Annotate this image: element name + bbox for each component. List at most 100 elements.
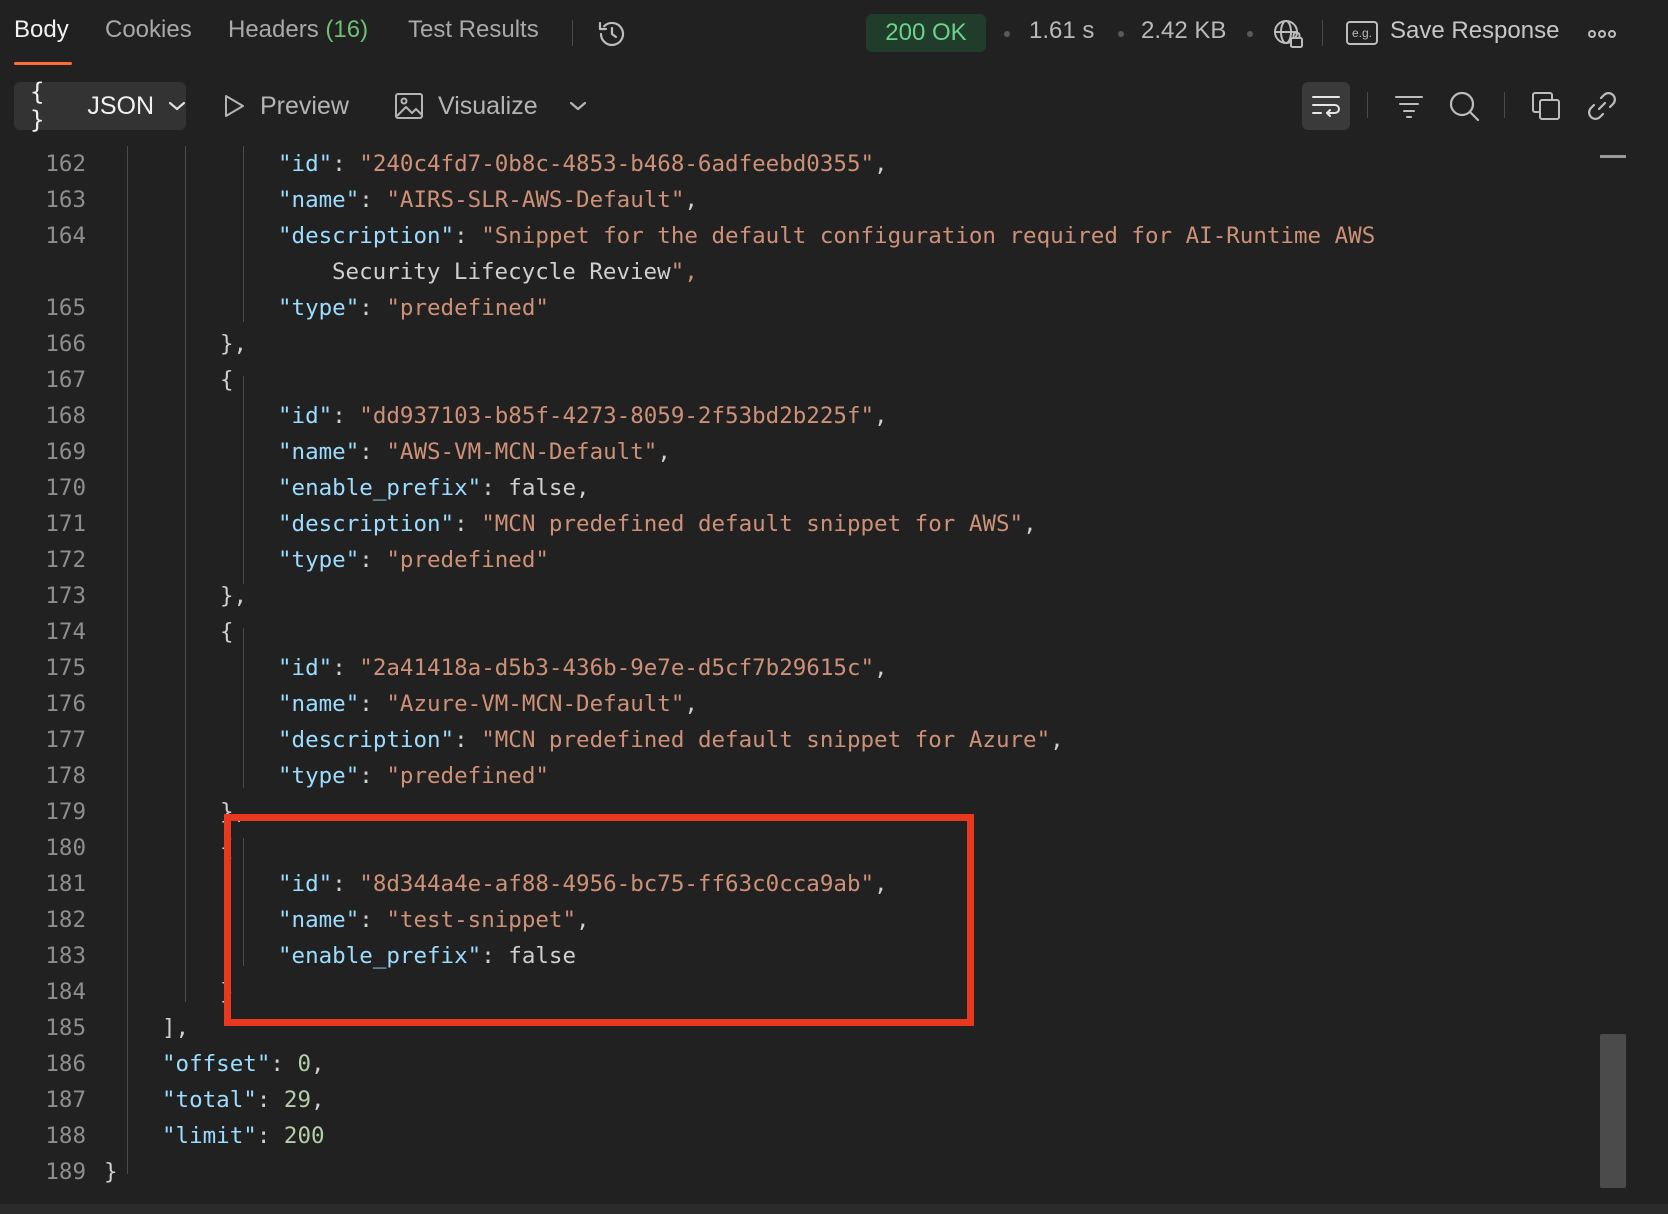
code-text: "description": "MCN predefined default s…: [278, 511, 1037, 537]
line-number: 172: [45, 547, 86, 573]
scroll-thumb[interactable]: [1600, 1034, 1626, 1188]
code-line: 173},: [0, 578, 1596, 614]
code-text: },: [220, 583, 248, 609]
divider: [572, 20, 573, 46]
tab-body[interactable]: Body: [14, 16, 69, 44]
save-response-icon: e.g.: [1346, 21, 1378, 45]
code-text: ],: [162, 1015, 190, 1041]
save-response-button[interactable]: Save Response: [1390, 17, 1559, 45]
separator-dot: [1247, 31, 1253, 37]
code-text: "limit": 200: [162, 1123, 325, 1149]
line-number: 188: [45, 1123, 86, 1149]
code-line: 172 "type": "predefined": [0, 542, 1596, 578]
preview-button[interactable]: Preview: [222, 88, 349, 124]
response-tab-bar: Body Cookies Headers (16) Test Results 2…: [0, 0, 1668, 68]
code-text: },: [220, 331, 248, 357]
headers-count: (16): [325, 16, 369, 43]
line-number: 169: [45, 439, 86, 465]
image-icon: [395, 93, 423, 119]
wrap-lines-icon: [1312, 96, 1340, 117]
copy-icon[interactable]: [1528, 88, 1564, 124]
tab-headers-label: Headers: [228, 16, 319, 43]
code-line: 166},: [0, 326, 1596, 362]
code-text: "total": 29,: [162, 1087, 325, 1113]
globe-lock-icon[interactable]: [1270, 16, 1306, 52]
code-line: 163 "name": "AIRS-SLR-AWS-Default",: [0, 182, 1596, 218]
line-number: 171: [45, 511, 86, 537]
response-size[interactable]: 2.42 KB: [1141, 17, 1226, 45]
code-text: Security Lifecycle Review",: [332, 259, 698, 285]
line-number: 186: [45, 1051, 86, 1077]
code-line: 171 "description": "MCN predefined defaul…: [0, 506, 1596, 542]
code-line: 168 "id": "dd937103-b85f-4273-8059-2f53bd…: [0, 398, 1596, 434]
tab-cookies[interactable]: Cookies: [105, 16, 192, 44]
code-text: "id": "dd937103-b85f-4273-8059-2f53bd2b2…: [278, 403, 888, 429]
play-icon: [225, 95, 244, 117]
code-text: "id": "2a41418a-d5b3-436b-9e7e-d5cf7b296…: [278, 655, 888, 681]
code-line: 176 "name": "Azure-VM-MCN-Default",: [0, 686, 1596, 722]
chevron-down-icon: [569, 101, 587, 111]
divider: [1367, 92, 1368, 118]
line-number: 180: [45, 835, 86, 861]
code-line: 178 "type": "predefined": [0, 758, 1596, 794]
code-text: "type": "predefined": [278, 547, 549, 573]
code-line: 164 "description": "Snippet for the defau…: [0, 218, 1596, 254]
format-label: JSON: [87, 91, 155, 120]
code-text: "type": "predefined": [278, 295, 549, 321]
code-text: "type": "predefined": [278, 763, 549, 789]
more-icon[interactable]: [1586, 18, 1618, 50]
status-badge[interactable]: 200 OK: [866, 14, 986, 52]
chevron-down-icon: [168, 101, 186, 111]
braces-icon: { }: [30, 78, 45, 134]
highlight-annotation: [224, 814, 974, 1026]
code-line: 170 "enable_prefix": false,: [0, 470, 1596, 506]
visualize-dropdown[interactable]: [564, 92, 592, 120]
wrap-lines-button[interactable]: [1302, 82, 1350, 130]
search-icon[interactable]: [1446, 88, 1482, 124]
code-text: "id": "240c4fd7-0b8c-4853-b468-6adfeebd0…: [278, 151, 888, 177]
code-text: }: [104, 1159, 118, 1185]
code-line: 174 {: [0, 614, 1596, 650]
code-line: Security Lifecycle Review",: [0, 254, 1596, 290]
divider: [1322, 20, 1323, 46]
code-text: "name": "AWS-VM-MCN-Default",: [278, 439, 671, 465]
code-text: "description": "MCN predefined default s…: [278, 727, 1064, 753]
line-number: 175: [45, 655, 86, 681]
tab-headers[interactable]: Headers (16): [228, 16, 368, 44]
separator-dot: [1118, 31, 1124, 37]
code-text: "description": "Snippet for the default …: [278, 223, 1376, 249]
response-time[interactable]: 1.61 s: [1029, 17, 1094, 45]
line-number: 163: [45, 187, 86, 213]
code-text: "enable_prefix": false,: [278, 475, 590, 501]
line-number: 170: [45, 475, 86, 501]
code-line: 187 "total": 29,: [0, 1082, 1596, 1118]
response-body-viewer[interactable]: 162 "id": "240c4fd7-0b8c-4853-b468-6adfee…: [0, 146, 1596, 1206]
link-icon[interactable]: [1584, 88, 1620, 124]
history-icon[interactable]: [594, 16, 630, 52]
code-line: 186 "offset": 0,: [0, 1046, 1596, 1082]
code-line: 175 "id": "2a41418a-d5b3-436b-9e7e-d5cf7b…: [0, 650, 1596, 686]
tab-test-results[interactable]: Test Results: [408, 16, 539, 44]
code-text: "name": "Azure-VM-MCN-Default",: [278, 691, 698, 717]
line-number: 189: [45, 1159, 86, 1185]
filter-icon[interactable]: [1391, 88, 1427, 124]
line-number: 185: [45, 1015, 86, 1041]
code-line: 165 "type": "predefined": [0, 290, 1596, 326]
line-number: 177: [45, 727, 86, 753]
code-line: 177 "description": "MCN predefined defaul…: [0, 722, 1596, 758]
line-number: 178: [45, 763, 86, 789]
line-number: 174: [45, 619, 86, 645]
bottom-edge: [0, 1204, 1668, 1214]
line-number: 187: [45, 1087, 86, 1113]
visualize-button[interactable]: Visualize: [394, 88, 538, 124]
code-text: "name": "AIRS-SLR-AWS-Default",: [278, 187, 698, 213]
line-number: 168: [45, 403, 86, 429]
line-number: 162: [45, 151, 86, 177]
line-number: 166: [45, 331, 86, 357]
divider: [1504, 92, 1505, 118]
format-select[interactable]: { } JSON: [14, 78, 186, 134]
code-line: 162 "id": "240c4fd7-0b8c-4853-b468-6adfee…: [0, 146, 1596, 182]
code-text: "offset": 0,: [162, 1051, 325, 1077]
line-number: 179: [45, 799, 86, 825]
code-line: 189}: [0, 1154, 1596, 1190]
